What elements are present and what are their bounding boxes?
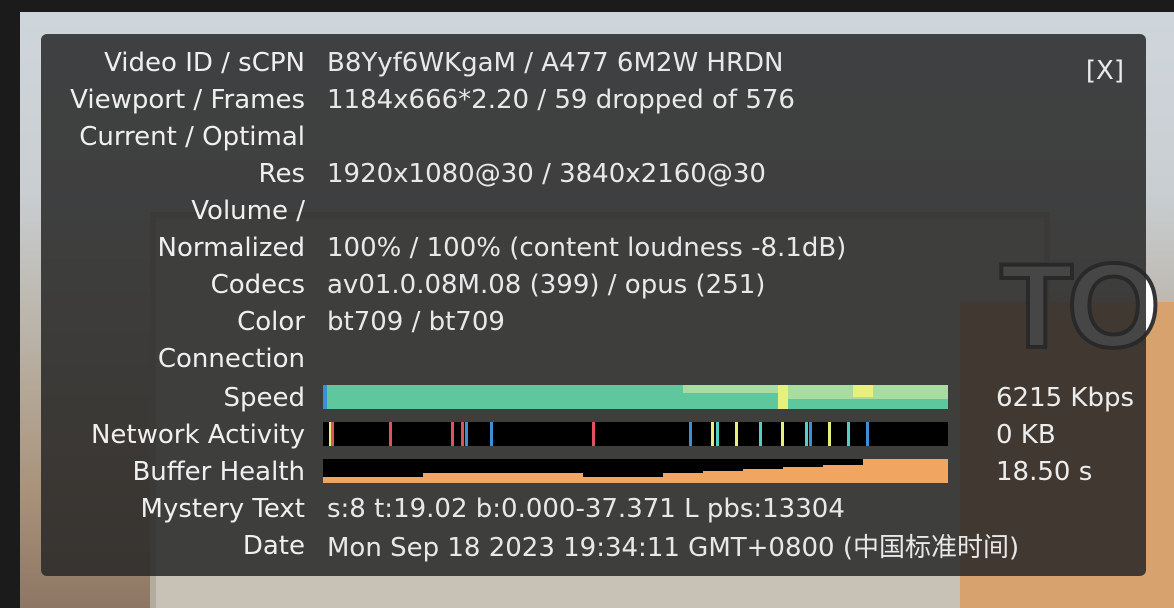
- label-video-id: Video ID / sCPN: [104, 47, 305, 78]
- row-codecs: Codecs av01.0.08M.08 (399) / opus (251): [41, 266, 1146, 303]
- buffer-health-step: [703, 471, 743, 483]
- label-volume: Volume /: [191, 195, 305, 226]
- network-activity-tick: [805, 422, 808, 446]
- row-network-activity: Network Activity 0 KB: [41, 416, 1146, 453]
- buffer-health-step: [783, 467, 823, 483]
- value-codecs: av01.0.08M.08 (399) / opus (251): [327, 269, 766, 300]
- speed-graph-segment: [853, 385, 873, 397]
- row-mystery-text: Mystery Text s:8 t:19.02 b:0.000-37.371 …: [41, 490, 1146, 527]
- label-viewport: Viewport / Frames: [70, 84, 305, 115]
- label-buffer-health: Buffer Health: [132, 456, 305, 487]
- value-date: Mon Sep 18 2023 19:34:11 GMT+0800 (中国标准时…: [327, 533, 1020, 563]
- network-activity-tick: [592, 422, 595, 446]
- network-activity-tick: [781, 422, 784, 446]
- row-date: Date Mon Sep 18 2023 19:34:11 GMT+0800 (…: [41, 527, 1146, 564]
- row-viewport: Viewport / Frames 1184x666*2.20 / 59 dro…: [41, 81, 1146, 118]
- row-normalized: Normalized 100% / 100% (content loudness…: [41, 229, 1146, 266]
- network-activity-tick: [847, 422, 850, 446]
- row-res: Res 1920x1080@30 / 3840x2160@30: [41, 155, 1146, 192]
- label-speed: Speed: [223, 382, 305, 413]
- value-res: 1920x1080@30 / 3840x2160@30: [327, 158, 766, 189]
- label-network-activity: Network Activity: [90, 419, 305, 450]
- network-activity-tick: [711, 422, 714, 446]
- network-activity-tick: [866, 422, 869, 446]
- network-activity-tick: [490, 422, 493, 446]
- label-connection: Connection: [157, 343, 305, 374]
- value-normalized: 100% / 100% (content loudness -8.1dB): [327, 232, 847, 263]
- label-color: Color: [237, 306, 305, 337]
- network-activity-tick: [689, 422, 692, 446]
- row-connection: Connection: [41, 340, 1146, 377]
- label-date: Date: [242, 530, 305, 561]
- row-current-optimal: Current / Optimal: [41, 118, 1146, 155]
- network-activity-tick: [451, 422, 454, 446]
- buffer-health-step: [323, 477, 423, 483]
- network-activity-tick: [716, 422, 719, 446]
- label-mystery-text: Mystery Text: [140, 493, 305, 524]
- buffer-health-step: [863, 459, 948, 483]
- speed-graph: [323, 385, 948, 409]
- value-mystery-text: s:8 t:19.02 b:0.000-37.371 L pbs:13304: [327, 493, 845, 524]
- value-network-activity: 0 KB: [996, 419, 1056, 450]
- value-video-id: B8Yyf6WKgaM / A477 6M2W HRDN: [327, 47, 784, 78]
- label-current-optimal: Current / Optimal: [79, 121, 305, 152]
- row-video-id: Video ID / sCPN B8Yyf6WKgaM / A477 6M2W …: [41, 44, 1146, 81]
- row-speed: Speed 6215 Kbps: [41, 379, 1146, 416]
- buffer-health-graph: [323, 459, 948, 483]
- label-res: Res: [258, 158, 305, 189]
- label-normalized: Normalized: [157, 232, 305, 263]
- stats-for-nerds-panel: [X] Video ID / sCPN B8Yyf6WKgaM / A477 6…: [41, 34, 1146, 576]
- network-activity-tick: [735, 422, 738, 446]
- network-activity-graph: [323, 422, 948, 446]
- value-viewport: 1184x666*2.20 / 59 dropped of 576: [327, 84, 795, 115]
- buffer-health-step: [583, 477, 663, 483]
- buffer-health-step: [743, 469, 783, 483]
- speed-graph-segment: [683, 385, 783, 393]
- network-activity-tick: [389, 422, 392, 446]
- buffer-health-step: [423, 473, 583, 483]
- row-color: Color bt709 / bt709: [41, 303, 1146, 340]
- value-speed: 6215 Kbps: [996, 382, 1135, 413]
- value-buffer-health: 18.50 s: [996, 456, 1093, 487]
- label-codecs: Codecs: [210, 269, 305, 300]
- network-activity-tick: [828, 422, 831, 446]
- value-color: bt709 / bt709: [327, 306, 505, 337]
- speed-graph-segment: [778, 385, 788, 409]
- network-activity-tick: [465, 422, 468, 446]
- row-volume: Volume /: [41, 192, 1146, 229]
- network-activity-tick: [331, 422, 334, 446]
- speed-graph-segment: [323, 385, 327, 409]
- network-activity-tick: [461, 422, 464, 446]
- network-activity-tick: [759, 422, 762, 446]
- buffer-health-step: [823, 465, 863, 483]
- row-buffer-health: Buffer Health 18.50 s: [41, 453, 1146, 490]
- buffer-health-step: [663, 473, 703, 483]
- network-activity-tick: [809, 422, 812, 446]
